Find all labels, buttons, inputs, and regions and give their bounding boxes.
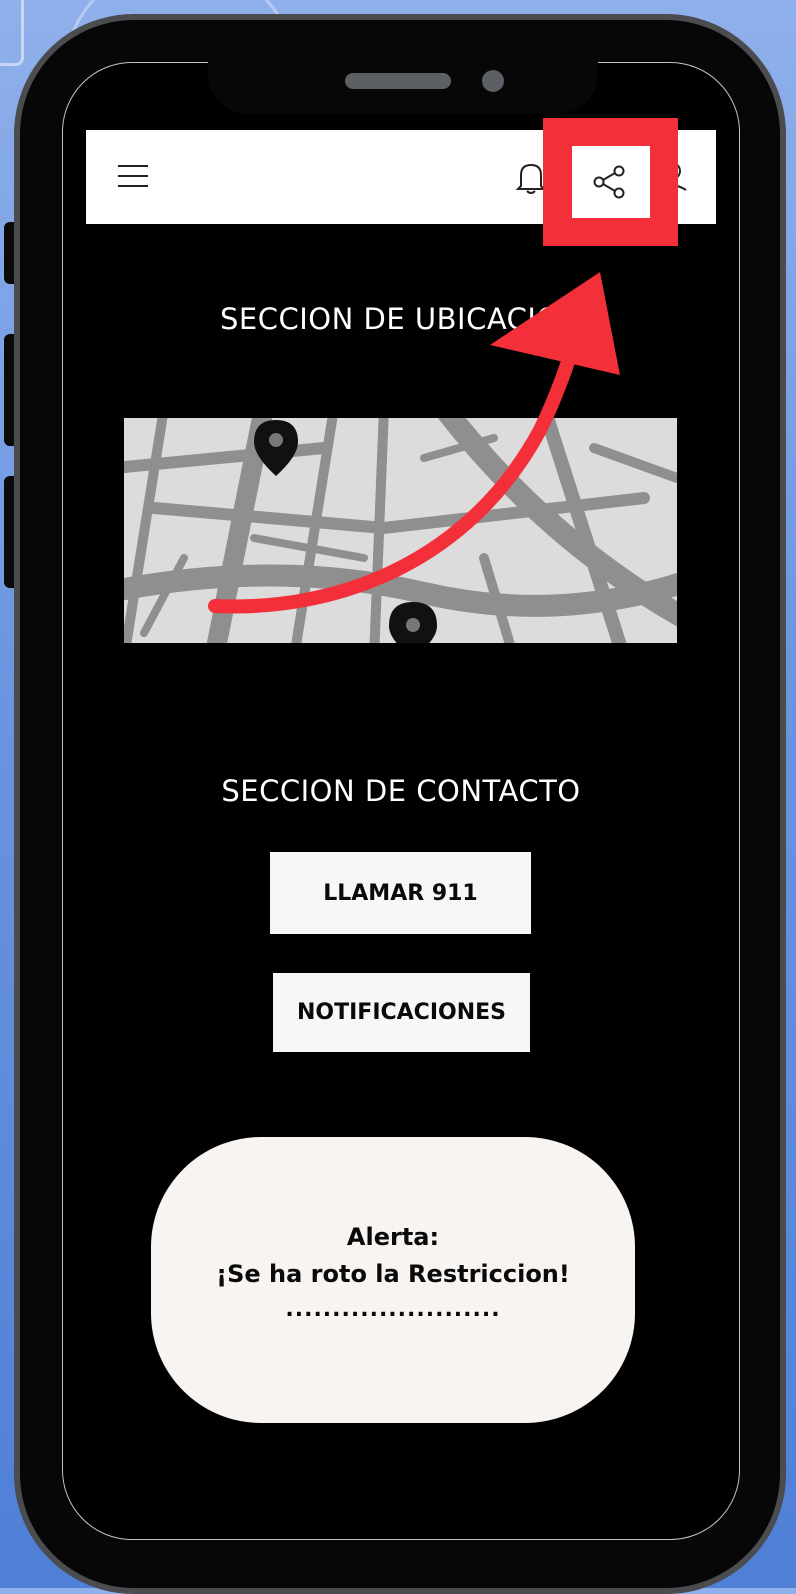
contact-section-title: SECCION DE CONTACTO bbox=[221, 774, 581, 808]
alert-placeholder-dots: ....................... bbox=[285, 1297, 501, 1322]
alert-message: ¡Se ha roto la Restriccion! bbox=[216, 1260, 570, 1288]
location-map[interactable] bbox=[124, 418, 677, 643]
menu-icon[interactable] bbox=[118, 165, 148, 187]
phone-speaker bbox=[345, 73, 451, 89]
call-911-button[interactable]: LLAMAR 911 bbox=[270, 852, 531, 934]
alert-card: Alerta: ¡Se ha roto la Restriccion! ....… bbox=[151, 1137, 635, 1423]
location-section-title: SECCION DE UBICACION bbox=[220, 302, 582, 336]
notifications-button[interactable]: NOTIFICACIONES bbox=[273, 973, 530, 1052]
phone-camera bbox=[482, 70, 504, 92]
background-frame-decoration bbox=[0, 0, 24, 66]
share-icon bbox=[593, 165, 625, 199]
share-button[interactable] bbox=[572, 146, 650, 218]
alert-title: Alerta: bbox=[346, 1223, 440, 1251]
